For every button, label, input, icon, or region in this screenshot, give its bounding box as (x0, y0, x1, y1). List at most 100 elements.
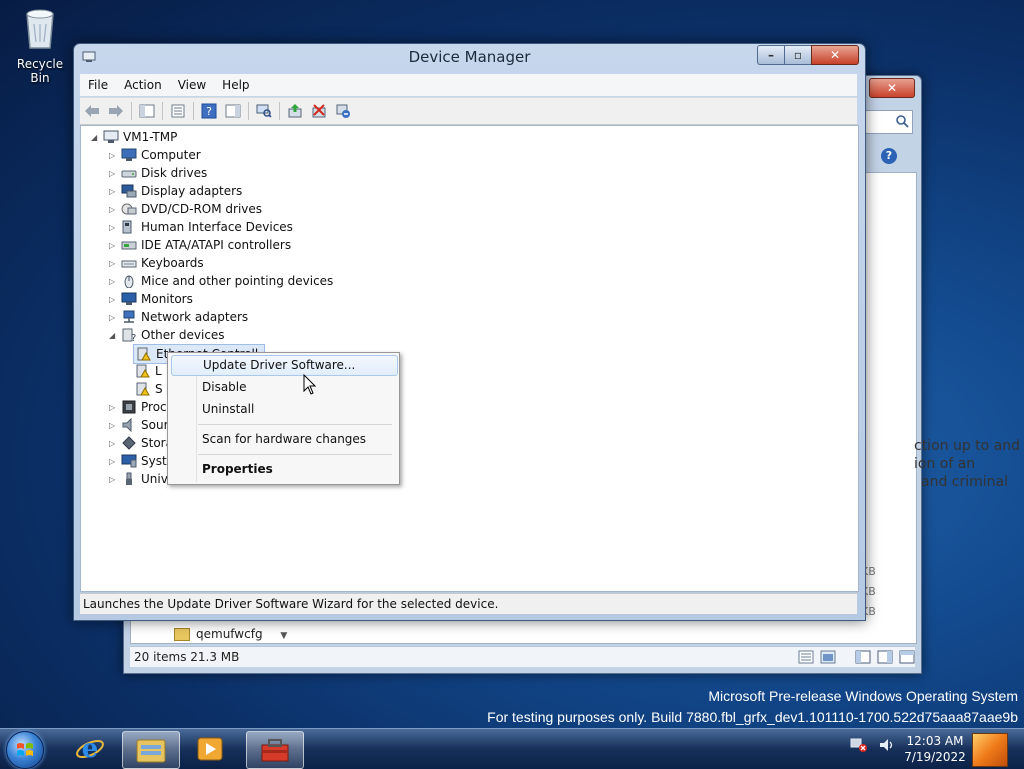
tree-item-usb-controllers[interactable]: ▷ Univ (109, 470, 168, 488)
uninstall-device-button[interactable] (334, 102, 352, 120)
tree-item-network-adapters[interactable]: ▷ Network adapters (109, 308, 248, 326)
taskbar-device-manager[interactable] (246, 731, 304, 769)
context-menu-properties[interactable]: Properties (171, 459, 396, 479)
expand-arrow-icon[interactable]: ▷ (109, 439, 119, 448)
maximize-button[interactable]: ▫ (784, 45, 811, 65)
clock[interactable]: 12:03 AM 7/19/2022 (900, 733, 970, 765)
tree-item-storage[interactable]: ▷ Stora (109, 434, 173, 452)
hid-icon (122, 220, 132, 234)
tree-item-disk-drives[interactable]: ▷ Disk drives (109, 164, 207, 182)
help-icon[interactable]: ? (881, 148, 897, 164)
mouse-cursor-icon (303, 374, 317, 395)
forward-button[interactable] (107, 102, 125, 120)
context-menu-scan-hardware[interactable]: Scan for hardware changes (171, 429, 396, 449)
warning-device-icon (136, 364, 150, 378)
menu-help[interactable]: Help (214, 78, 257, 92)
show-hide-console-tree-button[interactable] (138, 102, 156, 120)
menu-file[interactable]: File (80, 78, 116, 92)
tree-item-ide-ata-atapi-controllers[interactable]: ▷ IDE ATA/ATAPI controllers (109, 236, 291, 254)
tree-item-dvd-cd-rom-drives[interactable]: ▷ DVD/CD-ROM drives (109, 200, 262, 218)
expand-arrow-icon[interactable]: ▷ (109, 403, 119, 412)
menu-view[interactable]: View (170, 78, 214, 92)
tree-item-processors[interactable]: ▷ Proc (109, 398, 167, 416)
expand-arrow-icon[interactable]: ▷ (109, 457, 119, 466)
context-menu-label: Scan for hardware changes (202, 432, 367, 446)
chevron-down-icon[interactable]: ▼ (280, 631, 287, 641)
tree-item-system-devices[interactable]: ▷ Syste (109, 452, 174, 470)
help-button[interactable]: ? (200, 102, 218, 120)
monitor-icon (121, 292, 137, 305)
expand-arrow-icon[interactable]: ▷ (109, 295, 119, 304)
context-menu-disable[interactable]: Disable (171, 377, 396, 397)
display-adapter-icon (121, 184, 137, 198)
properties-button[interactable] (169, 102, 187, 120)
scan-hardware-button[interactable] (255, 102, 273, 120)
expand-arrow-icon[interactable]: ▷ (109, 277, 119, 286)
expand-arrow-icon[interactable]: ▷ (109, 475, 119, 484)
speaker-icon (122, 418, 132, 432)
computer-icon (103, 130, 119, 143)
close-button[interactable]: ✕ (811, 45, 859, 65)
taskbar-internet-explorer[interactable]: e (62, 731, 118, 767)
preview-view-icon[interactable] (820, 650, 836, 664)
bg-status-text: 20 items 21.3 MB (134, 650, 240, 664)
device-manager-window[interactable]: Device Manager – ▫ ✕ File Action View He… (73, 43, 866, 621)
back-button[interactable] (83, 102, 101, 120)
network-warning-icon[interactable] (850, 737, 868, 753)
taskbar-windows-explorer[interactable] (122, 731, 180, 769)
svg-text:?: ? (131, 333, 136, 342)
bg-search-box[interactable] (859, 110, 913, 134)
tree-item-keyboards[interactable]: ▷ Keyboards (109, 254, 204, 272)
expand-arrow-icon[interactable]: ▷ (109, 187, 119, 196)
tree-item-human-interface-devices[interactable]: ▷ Human Interface Devices (109, 218, 293, 236)
collapse-arrow-icon[interactable]: ◢ (109, 331, 119, 340)
tree-item-other-devices[interactable]: ◢ ? Other devices (109, 326, 225, 344)
expand-arrow-icon[interactable]: ▷ (109, 223, 119, 232)
clock-date: 7/19/2022 (904, 750, 966, 764)
minimize-button[interactable]: – (757, 45, 784, 65)
disk-drive-icon (121, 170, 137, 178)
action-pane-button[interactable] (224, 102, 242, 120)
bg-folder-qemufwcfg[interactable]: qemufwcfg ▼ (174, 627, 287, 641)
collapse-arrow-icon[interactable]: ◢ (91, 133, 101, 142)
expand-arrow-icon[interactable]: ▷ (109, 169, 119, 178)
expand-arrow-icon[interactable]: ▷ (109, 205, 119, 214)
bg-eula-line-2: ion of an (914, 456, 976, 472)
tree-item-other-child-3[interactable]: S (133, 380, 163, 398)
bg-close-button[interactable]: ✕ (869, 78, 915, 98)
layout-pane-icon-3[interactable] (899, 650, 915, 664)
layout-pane-icon-1[interactable] (855, 650, 871, 664)
menu-action[interactable]: Action (116, 78, 170, 92)
volume-icon[interactable] (878, 737, 896, 753)
expand-arrow-icon[interactable]: ▷ (109, 151, 119, 160)
start-button[interactable] (6, 731, 44, 769)
clock-time: 12:03 AM (906, 734, 964, 748)
recycle-bin-icon (26, 9, 54, 49)
expand-arrow-icon[interactable]: ▷ (109, 421, 119, 430)
context-menu-update-driver[interactable]: Update Driver Software... (171, 355, 398, 376)
details-view-icon[interactable] (798, 650, 814, 664)
toolbar-separator (279, 102, 280, 120)
tree-root-label: VM1-TMP (123, 130, 178, 144)
tree-item-display-adapters[interactable]: ▷ Display adapters (109, 182, 242, 200)
expand-arrow-icon[interactable]: ▷ (109, 241, 119, 250)
tree-item-mice[interactable]: ▷ Mice and other pointing devices (109, 272, 333, 290)
tree-item-sound[interactable]: ▷ Sour (109, 416, 169, 434)
windows-logo-icon (17, 743, 33, 756)
tree-item-monitors[interactable]: ▷ Monitors (109, 290, 193, 308)
bg-eula-line-3: and criminal (921, 474, 1009, 490)
ide-controller-icon (121, 241, 137, 250)
layout-pane-icon-2[interactable] (877, 650, 893, 664)
expand-arrow-icon[interactable]: ▷ (109, 313, 119, 322)
update-driver-button[interactable] (286, 102, 304, 120)
taskbar-media-player[interactable] (182, 731, 238, 767)
tree-root[interactable]: ◢ VM1-TMP (91, 128, 177, 146)
disable-device-button[interactable] (310, 102, 328, 120)
recycle-bin[interactable]: Recycle Bin (6, 6, 74, 85)
expand-arrow-icon[interactable]: ▷ (109, 259, 119, 268)
show-desktop-button[interactable] (972, 733, 1008, 767)
tree-item-other-child-2[interactable]: L (133, 362, 162, 380)
tree-item-computer[interactable]: ▷ Computer (109, 146, 201, 164)
svg-text:?: ? (206, 105, 212, 118)
context-menu-uninstall[interactable]: Uninstall (171, 399, 396, 419)
